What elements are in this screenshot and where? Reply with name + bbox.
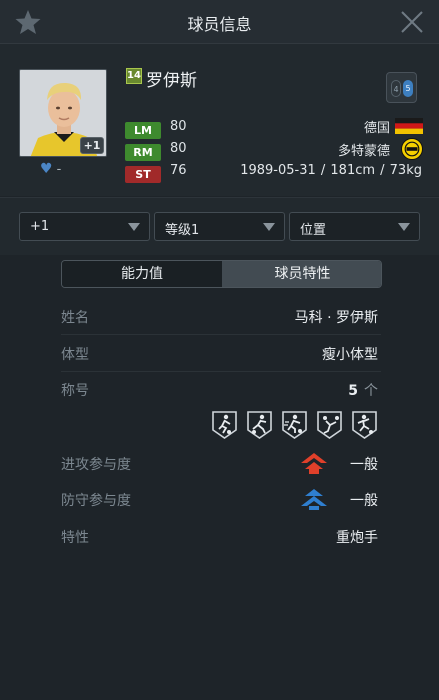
speed-dribble-trait-icon[interactable]	[281, 410, 308, 440]
titles-count-number: 5	[348, 383, 358, 399]
season-badge: 14	[126, 68, 142, 84]
row-value: 重炮手	[336, 530, 378, 546]
favorite-indicator[interactable]: ♥ -	[40, 161, 70, 179]
body-type-row: 体型 瘦小体型	[0, 335, 439, 371]
chevron-down-icon	[398, 223, 410, 231]
grade-select[interactable]: 等级1	[154, 212, 285, 241]
tab-player-traits[interactable]: 球员特性	[222, 261, 381, 287]
full-name-row: 姓名 马科 · 罗伊斯	[0, 298, 439, 334]
page-title: 球员信息	[187, 15, 252, 34]
right-foot-icon: 5	[403, 80, 413, 97]
player-name: 罗伊斯	[146, 71, 197, 91]
position-tag: ST	[125, 166, 161, 183]
row-value: 瘦小体型	[322, 347, 378, 363]
header-bar: 球员信息	[0, 0, 439, 44]
tackle-trait-icon[interactable]	[246, 410, 273, 440]
select-value: +1	[30, 219, 50, 234]
row-value: 一般	[350, 493, 378, 509]
row-label: 称号	[61, 383, 89, 399]
position-row: RM 80	[125, 141, 187, 161]
position-rating: 76	[170, 163, 187, 178]
titles-count: 5个	[348, 380, 378, 400]
row-label: 姓名	[61, 310, 89, 326]
plus-level-badge: +1	[80, 137, 104, 154]
player-bio: 1989-05-31 / 181cm / 73kg	[240, 163, 422, 178]
preferred-foot-icon: 4 5	[386, 72, 417, 103]
traits-row: 特性 重炮手	[0, 518, 439, 554]
favorite-count: -	[56, 162, 62, 177]
position-select[interactable]: 位置	[289, 212, 420, 241]
position-row: ST 76	[125, 163, 187, 183]
dribble-trait-icon[interactable]	[211, 410, 238, 440]
row-label: 进攻参与度	[61, 457, 131, 473]
attack-arrow-icon	[301, 453, 327, 474]
attack-participation-row: 进攻参与度 一般	[0, 445, 439, 481]
volley-trait-icon[interactable]	[316, 410, 343, 440]
chevron-down-icon	[128, 223, 140, 231]
club-logo-icon	[401, 138, 423, 160]
row-label: 特性	[61, 530, 89, 546]
chevron-down-icon	[263, 223, 275, 231]
select-value: 位置	[300, 223, 327, 238]
germany-flag-icon	[395, 118, 423, 134]
tab-abilities[interactable]: 能力值	[62, 261, 222, 287]
position-rating: 80	[170, 141, 187, 156]
heart-icon[interactable]: ♥	[40, 161, 53, 177]
tab-bar: 能力值 球员特性	[61, 260, 382, 288]
close-icon[interactable]	[399, 9, 425, 35]
titles-count-unit: 个	[364, 383, 378, 399]
plus-level-select[interactable]: +1	[19, 212, 150, 241]
filter-bar: +1 等级1 位置	[0, 197, 439, 255]
position-tag: RM	[125, 144, 161, 161]
titles-row: 称号 5个	[0, 371, 439, 407]
left-foot-icon: 4	[391, 80, 401, 97]
position-tag: LM	[125, 122, 161, 139]
finesse-shot-trait-icon[interactable]	[351, 410, 378, 440]
position-row: LM 80	[125, 119, 187, 139]
defense-arrow-icon	[301, 489, 327, 510]
club-label: 多特蒙德	[337, 144, 390, 159]
nation-label: 德国	[363, 121, 390, 136]
defense-participation-row: 防守参与度 一般	[0, 481, 439, 517]
row-label: 体型	[61, 347, 89, 363]
row-value: 马科 · 罗伊斯	[294, 310, 378, 326]
select-value: 等级1	[165, 223, 200, 238]
row-label: 防守参与度	[61, 493, 131, 509]
position-rating: 80	[170, 119, 187, 134]
row-value: 一般	[350, 457, 378, 473]
player-card: +1 ♥ - 14 罗伊斯 4 5 LM 80 RM 80 ST 76 德国 多特…	[0, 44, 439, 196]
